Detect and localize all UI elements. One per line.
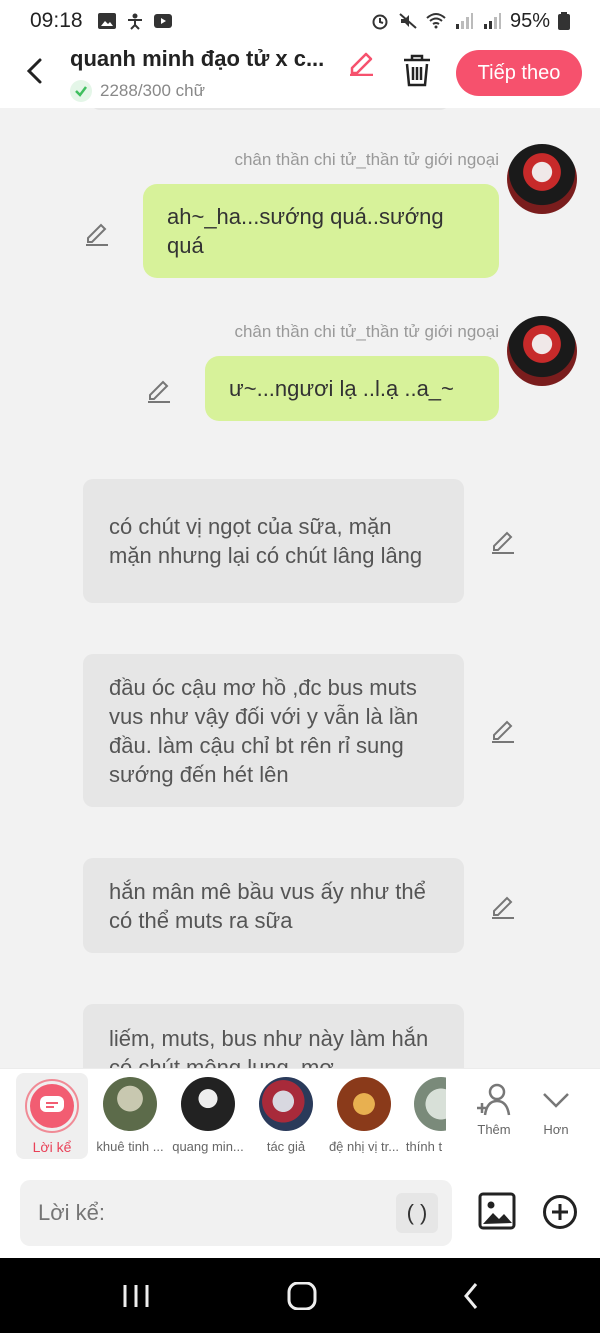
check-icon — [70, 80, 92, 102]
add-character-button[interactable]: Thêm — [464, 1081, 524, 1137]
signal-2-icon — [483, 13, 501, 29]
narrator-button[interactable]: Lời kể — [16, 1073, 88, 1159]
message-input[interactable] — [20, 1180, 452, 1246]
back-nav-icon[interactable] — [456, 1282, 488, 1310]
character-name: chân thần chi tử_thần tử giới ngoại — [234, 150, 499, 169]
character-avatar — [414, 1077, 446, 1131]
edit-message-icon[interactable] — [146, 377, 172, 403]
avatar[interactable] — [507, 316, 577, 386]
avatar[interactable] — [507, 144, 577, 214]
add-person-icon — [477, 1083, 511, 1116]
word-count: 2288/300 chữ — [70, 80, 205, 102]
character-message[interactable]: ư~...ngươi lạ ..l.ạ ..a_~ — [205, 356, 499, 421]
edit-title-icon[interactable] — [346, 46, 376, 76]
narration-message[interactable]: đầu óc cậu mơ hồ ,đc bus muts vus như vậ… — [83, 654, 464, 807]
character-name: chân thần chi tử_thần tử giới ngoại — [234, 322, 499, 341]
character-item[interactable]: khuê tinh ... — [90, 1077, 170, 1154]
wifi-icon — [426, 13, 446, 29]
character-message[interactable]: ah~_ha...sướng quá..sướng quá — [143, 184, 499, 278]
character-item[interactable]: tác giả — [246, 1077, 326, 1154]
input-bar: ( ) — [0, 1168, 600, 1258]
edit-message-icon[interactable] — [490, 528, 516, 554]
character-label: quang min... — [172, 1139, 244, 1154]
top-bar: quanh minh đạo tử x c... 2288/300 chữ Ti… — [0, 42, 600, 108]
alarm-icon — [372, 14, 388, 30]
add-label: Thêm — [477, 1122, 511, 1137]
gallery-icon — [97, 13, 116, 29]
character-item[interactable]: đệ nhị vị tr... — [324, 1077, 404, 1154]
mute-icon — [399, 13, 417, 29]
narration-message[interactable]: liếm, muts, bus như này làm hắn có chút … — [83, 1004, 464, 1068]
youtube-icon — [153, 14, 172, 28]
narration-message[interactable]: có chút vị ngọt của sữa, mặn mặn nhưng l… — [83, 479, 464, 603]
collapse-label: Hơn — [543, 1122, 569, 1137]
status-bar: 09:18 95% — [0, 0, 600, 42]
home-icon[interactable] — [286, 1282, 318, 1310]
edit-message-icon[interactable] — [490, 717, 516, 743]
character-avatar — [103, 1077, 157, 1131]
recent-apps-icon[interactable] — [120, 1282, 152, 1310]
back-icon[interactable] — [22, 56, 50, 86]
page-title: quanh minh đạo tử x c... — [70, 46, 325, 71]
character-item[interactable]: quang min... — [168, 1077, 248, 1154]
system-nav-bar — [0, 1258, 600, 1333]
signal-icon — [455, 13, 473, 29]
add-icon[interactable] — [542, 1194, 578, 1230]
character-label: đệ nhị vị tr... — [328, 1139, 400, 1154]
character-label: thính t — [405, 1139, 443, 1154]
character-avatar — [181, 1077, 235, 1131]
action-parentheses-button[interactable]: ( ) — [396, 1193, 438, 1233]
chat-area[interactable]: chân thần chi tử_thần tử giới ngoại ah~_… — [0, 108, 600, 1068]
edit-message-icon[interactable] — [490, 893, 516, 919]
trash-icon[interactable] — [400, 52, 434, 88]
image-icon[interactable] — [478, 1192, 516, 1230]
word-count-text: 2288/300 chữ — [100, 81, 205, 100]
next-button[interactable]: Tiếp theo — [456, 50, 582, 96]
narrator-label: Lời kể — [32, 1139, 72, 1155]
character-item[interactable]: thính t — [402, 1077, 446, 1154]
character-selector: Lời kể khuê tinh ... quang min... tác gi… — [0, 1068, 600, 1168]
narration-message[interactable]: hắn mân mê bầu vus ấy như thể có thể mut… — [83, 858, 464, 953]
battery-icon — [558, 12, 570, 30]
chat-bubble-icon — [40, 1096, 64, 1112]
character-label: tác giả — [266, 1139, 306, 1154]
collapse-button[interactable]: Hơn — [526, 1081, 586, 1137]
edit-message-icon[interactable] — [84, 220, 110, 246]
character-avatar — [337, 1077, 391, 1131]
battery-percent: 95% — [509, 9, 550, 32]
character-avatar — [259, 1077, 313, 1131]
status-time: 09:18 — [30, 9, 83, 32]
chevron-down-icon — [543, 1093, 569, 1108]
character-label: khuê tinh ... — [96, 1139, 164, 1154]
partial-bubble — [90, 108, 450, 110]
accessibility-icon — [127, 13, 142, 30]
